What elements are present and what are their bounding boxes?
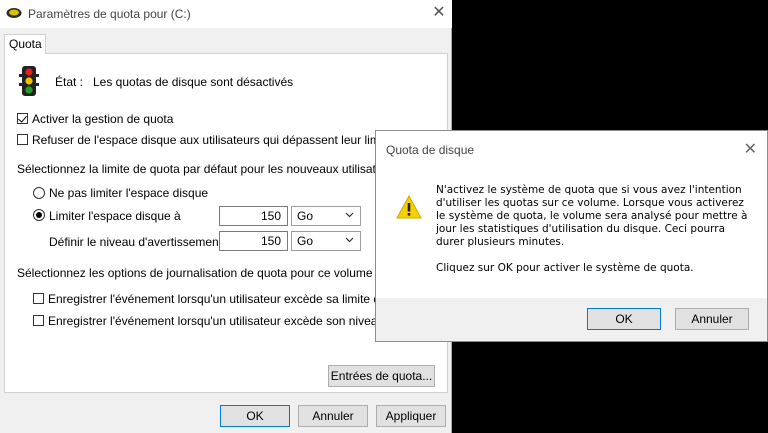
title-bar: Paramètres de quota pour (C:) ✕ bbox=[0, 0, 452, 28]
dialog-message-line-1: N'activez le système de quota que si vou… bbox=[436, 184, 748, 248]
limit-unit-value: Go bbox=[297, 209, 314, 223]
no-limit-radio[interactable] bbox=[33, 187, 45, 199]
warning-level-label: Définir le niveau d'avertissement à bbox=[49, 235, 233, 249]
dialog-ok-button[interactable]: OK bbox=[587, 308, 661, 330]
tab-quota[interactable]: Quota bbox=[4, 34, 46, 54]
cancel-button[interactable]: Annuler bbox=[298, 405, 368, 427]
dialog-message-line-2: Cliquez sur OK pour activer le système d… bbox=[436, 262, 694, 274]
chevron-down-icon bbox=[345, 237, 354, 243]
enable-quota-checkbox[interactable] bbox=[17, 113, 28, 124]
quota-entries-button[interactable]: Entrées de quota... bbox=[328, 365, 435, 387]
close-icon[interactable]: ✕ bbox=[744, 139, 757, 159]
disk-quota-dialog: Quota de disque ✕ OK Annuler N'activez l… bbox=[375, 130, 768, 342]
limit-value-input[interactable]: 150 bbox=[219, 206, 288, 226]
disk-icon bbox=[6, 8, 22, 18]
status-value: Les quotas de disque sont désactivés bbox=[93, 75, 294, 89]
dialog-footer: OK Annuler bbox=[376, 298, 767, 341]
close-icon[interactable]: ✕ bbox=[430, 3, 448, 23]
dialog-title: Quota de disque bbox=[386, 143, 475, 157]
limit-radio[interactable] bbox=[33, 209, 45, 221]
ok-button[interactable]: OK bbox=[220, 405, 290, 427]
deny-space-checkbox[interactable] bbox=[17, 134, 28, 145]
status-label: État : bbox=[55, 75, 84, 89]
limit-unit-select[interactable]: Go bbox=[291, 206, 361, 226]
log-limit-checkbox[interactable] bbox=[33, 293, 44, 304]
dialog-message: N'activez le système de quota que si vou… bbox=[436, 184, 756, 275]
logging-heading: Sélectionnez les options de journalisati… bbox=[17, 266, 380, 280]
no-limit-label: Ne pas limiter l'espace disque bbox=[49, 186, 209, 200]
warning-unit-select[interactable]: Go bbox=[291, 231, 361, 251]
traffic-light-icon bbox=[19, 66, 39, 96]
warning-unit-value: Go bbox=[297, 234, 314, 248]
log-limit-label: Enregistrer l'événement lorsqu'un utilis… bbox=[48, 292, 421, 306]
limit-label: Limiter l'espace disque à bbox=[49, 209, 181, 223]
warning-value-input[interactable]: 150 bbox=[219, 231, 288, 251]
window-title: Paramètres de quota pour (C:) bbox=[28, 7, 191, 21]
log-warning-checkbox[interactable] bbox=[33, 315, 44, 326]
chevron-down-icon bbox=[345, 212, 354, 218]
dialog-cancel-button[interactable]: Annuler bbox=[675, 308, 749, 330]
warning-icon bbox=[396, 195, 422, 219]
enable-quota-label: Activer la gestion de quota bbox=[32, 112, 174, 126]
apply-button[interactable]: Appliquer bbox=[376, 405, 446, 427]
